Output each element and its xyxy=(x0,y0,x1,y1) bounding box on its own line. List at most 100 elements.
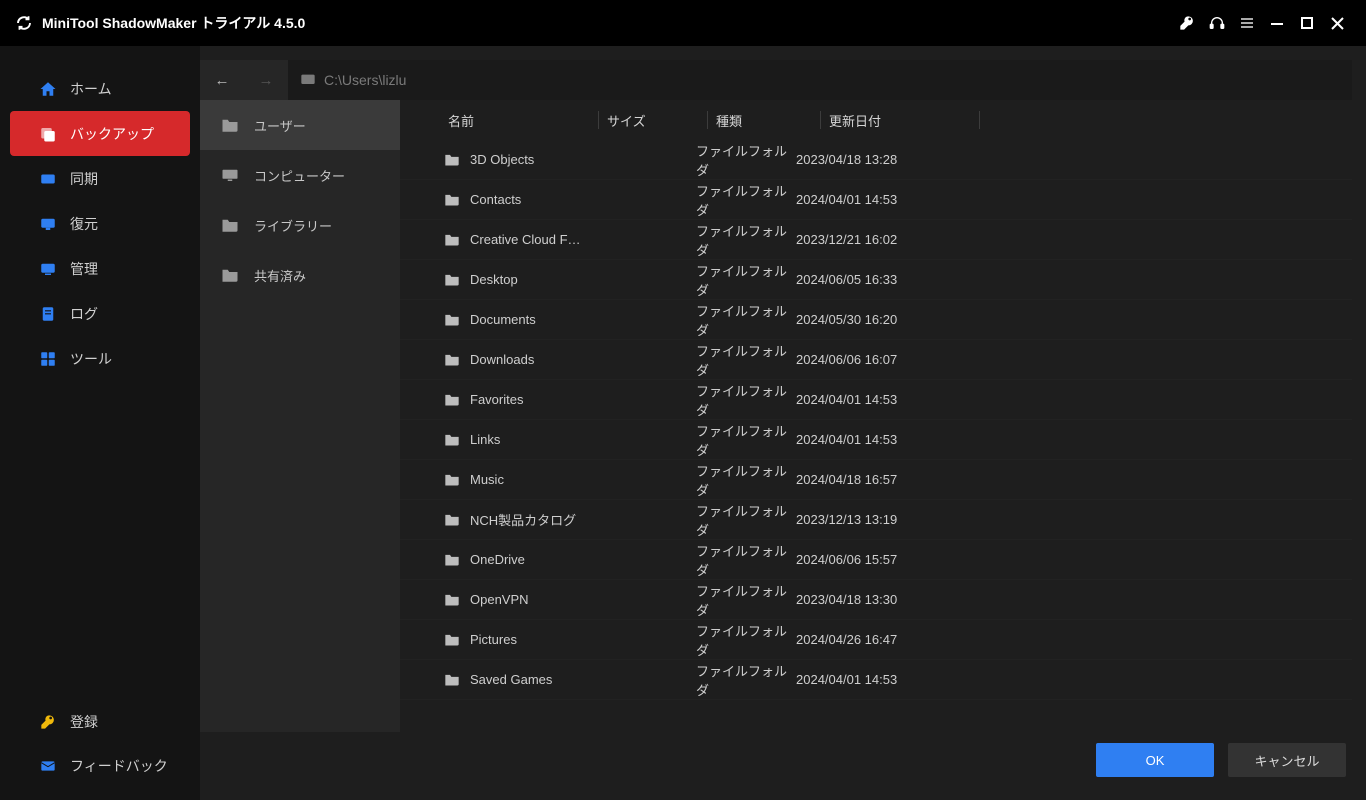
file-date: 2024/06/06 15:57 xyxy=(796,552,956,567)
file-row[interactable]: OneDriveファイルフォルダ2024/06/06 15:57 xyxy=(400,540,1352,580)
file-type: ファイルフォルダ xyxy=(696,261,796,299)
nav-sync[interactable]: 同期 xyxy=(0,156,200,201)
file-pane: 名前 サイズ 種類 更新日付 3D Objectsファイルフォルダ2023/04… xyxy=(400,100,1352,732)
place-label: ライブラリー xyxy=(254,216,332,235)
place-library[interactable]: ライブラリー xyxy=(200,200,400,250)
file-row[interactable]: Creative Cloud F…ファイルフォルダ2023/12/21 16:0… xyxy=(400,220,1352,260)
file-row[interactable]: OpenVPNファイルフォルダ2023/04/18 13:30 xyxy=(400,580,1352,620)
nav-back-button[interactable]: ← xyxy=(200,60,244,100)
file-date: 2023/12/21 16:02 xyxy=(796,232,956,247)
nav-manage[interactable]: 管理 xyxy=(0,246,200,291)
file-row[interactable]: Downloadsファイルフォルダ2024/06/06 16:07 xyxy=(400,340,1352,380)
nav-label: フィードバック xyxy=(70,756,168,776)
file-row[interactable]: Picturesファイルフォルダ2024/04/26 16:47 xyxy=(400,620,1352,660)
file-date: 2023/04/18 13:30 xyxy=(796,592,956,607)
app-title: MiniTool ShadowMaker トライアル 4.5.0 xyxy=(42,13,305,33)
col-name[interactable]: 名前 xyxy=(444,111,594,130)
home-icon xyxy=(38,79,58,99)
menu-icon[interactable] xyxy=(1232,8,1262,38)
nav-tools[interactable]: ツール xyxy=(0,336,200,381)
license-key-icon[interactable] xyxy=(1172,8,1202,38)
file-type: ファイルフォルダ xyxy=(696,181,796,219)
nav-label: ホーム xyxy=(70,79,112,99)
nav-backup[interactable]: バックアップ xyxy=(10,111,190,156)
file-name: Contacts xyxy=(470,192,696,207)
drive-icon xyxy=(300,73,316,87)
nav-label: バックアップ xyxy=(70,124,154,144)
col-type[interactable]: 種類 xyxy=(712,111,816,130)
folder-icon xyxy=(444,673,462,686)
folder-icon xyxy=(444,433,462,446)
file-type: ファイルフォルダ xyxy=(696,621,796,659)
place-computer[interactable]: コンピューター xyxy=(200,150,400,200)
file-row[interactable]: Contactsファイルフォルダ2024/04/01 14:53 xyxy=(400,180,1352,220)
file-date: 2024/04/01 14:53 xyxy=(796,192,956,207)
ok-button[interactable]: OK xyxy=(1096,743,1214,777)
file-row[interactable]: Favoritesファイルフォルダ2024/04/01 14:53 xyxy=(400,380,1352,420)
file-type: ファイルフォルダ xyxy=(696,221,796,259)
folder-icon xyxy=(444,553,462,566)
file-name: Pictures xyxy=(470,632,696,647)
file-name: OpenVPN xyxy=(470,592,696,607)
file-type: ファイルフォルダ xyxy=(696,141,796,179)
sidebar: ホーム バックアップ 同期 復元 管理 ログ xyxy=(0,46,200,800)
file-row[interactable]: Musicファイルフォルダ2024/04/18 16:57 xyxy=(400,460,1352,500)
nav-forward-button[interactable]: → xyxy=(244,60,288,100)
file-row[interactable]: Linksファイルフォルダ2024/04/01 14:53 xyxy=(400,420,1352,460)
nav-label: ログ xyxy=(70,304,98,324)
file-row[interactable]: NCH製品カタログファイルフォルダ2023/12/13 13:19 xyxy=(400,500,1352,540)
file-date: 2024/05/30 16:20 xyxy=(796,312,956,327)
mail-icon xyxy=(38,756,58,776)
file-name: Downloads xyxy=(470,352,696,367)
library-icon xyxy=(220,217,240,233)
file-date: 2024/06/06 16:07 xyxy=(796,352,956,367)
file-name: 3D Objects xyxy=(470,152,696,167)
file-type: ファイルフォルダ xyxy=(696,341,796,379)
file-row[interactable]: Saved Gamesファイルフォルダ2024/04/01 14:53 xyxy=(400,660,1352,700)
file-name: Creative Cloud F… xyxy=(470,232,696,247)
folder-icon xyxy=(444,353,462,366)
cancel-button[interactable]: キャンセル xyxy=(1228,743,1346,777)
col-date[interactable]: 更新日付 xyxy=(825,111,975,130)
file-row[interactable]: Desktopファイルフォルダ2024/06/05 16:33 xyxy=(400,260,1352,300)
close-button[interactable] xyxy=(1322,8,1352,38)
maximize-button[interactable] xyxy=(1292,8,1322,38)
nav-label: 管理 xyxy=(70,259,98,279)
user-folder-icon xyxy=(220,117,240,133)
file-list[interactable]: 3D Objectsファイルフォルダ2023/04/18 13:28Contac… xyxy=(400,140,1352,732)
folder-icon xyxy=(444,233,462,246)
path-input[interactable]: C:\Users\lizlu xyxy=(288,60,1352,100)
folder-icon xyxy=(444,273,462,286)
shared-icon xyxy=(220,267,240,283)
minimize-button[interactable] xyxy=(1262,8,1292,38)
places-panel: ユーザー コンピューター ライブラリー 共有済み xyxy=(200,100,400,732)
file-name: Links xyxy=(470,432,696,447)
file-name: OneDrive xyxy=(470,552,696,567)
nav-restore[interactable]: 復元 xyxy=(0,201,200,246)
folder-icon xyxy=(444,313,462,326)
nav-label: ツール xyxy=(70,349,112,369)
nav-logs[interactable]: ログ xyxy=(0,291,200,336)
file-row[interactable]: 3D Objectsファイルフォルダ2023/04/18 13:28 xyxy=(400,140,1352,180)
col-size[interactable]: サイズ xyxy=(603,111,703,130)
nav-feedback[interactable]: フィードバック xyxy=(0,744,200,788)
backup-icon xyxy=(38,124,58,144)
nav-register[interactable]: 登録 xyxy=(0,700,200,744)
nav-home[interactable]: ホーム xyxy=(0,66,200,111)
file-type: ファイルフォルダ xyxy=(696,661,796,699)
nav-label: 登録 xyxy=(70,712,98,732)
support-icon[interactable] xyxy=(1202,8,1232,38)
app-logo-icon xyxy=(14,13,34,33)
file-name: Desktop xyxy=(470,272,696,287)
folder-icon xyxy=(444,513,462,526)
file-type: ファイルフォルダ xyxy=(696,501,796,539)
key-icon xyxy=(38,712,58,732)
restore-icon xyxy=(38,214,58,234)
place-shared[interactable]: 共有済み xyxy=(200,250,400,300)
file-type: ファイルフォルダ xyxy=(696,541,796,579)
file-row[interactable]: Documentsファイルフォルダ2024/05/30 16:20 xyxy=(400,300,1352,340)
place-label: ユーザー xyxy=(254,116,306,135)
nav-label: 復元 xyxy=(70,214,98,234)
place-user[interactable]: ユーザー xyxy=(200,100,400,150)
titlebar: MiniTool ShadowMaker トライアル 4.5.0 xyxy=(0,0,1366,46)
